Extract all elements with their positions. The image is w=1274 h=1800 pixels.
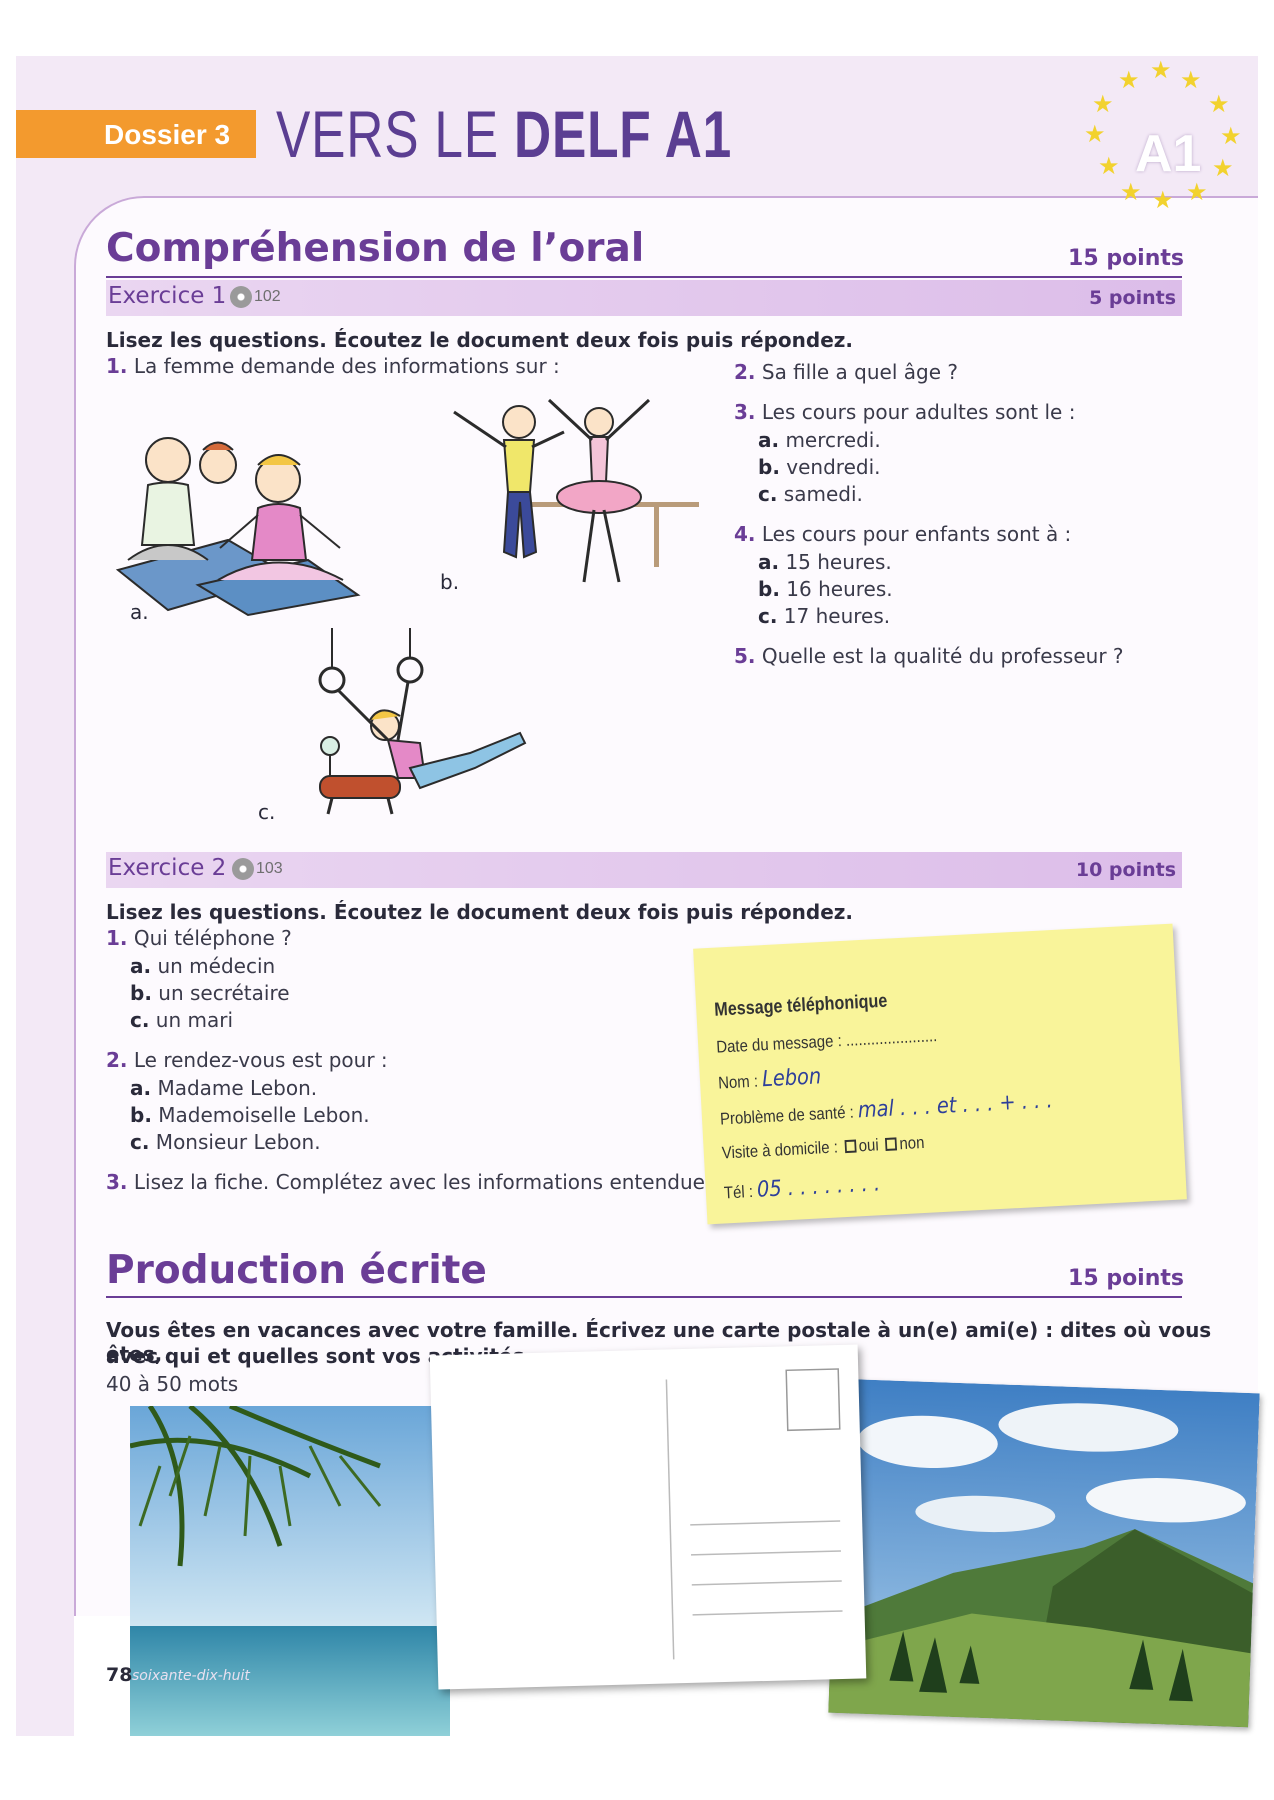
section-title-writing: Production écrite (106, 1248, 487, 1293)
ex1-q3-option-b: b. vendredi. (758, 455, 881, 479)
ex2-question-3: 3. Lisez la fiche. Complétez avec les in… (106, 1170, 722, 1194)
exercise-1-points: 5 points (1089, 287, 1176, 309)
ex2-q1-option-a: a. un médecin (130, 954, 276, 978)
ex2-q2-option-b: b. Mademoiselle Lebon. (130, 1103, 370, 1127)
ex2-q2-option-c: c. Monsieur Lebon. (130, 1130, 321, 1154)
illustration-dance (453, 398, 699, 583)
ex1-question-1: 1. La femme demande des informations sur… (106, 354, 560, 378)
section-rule (106, 276, 1182, 278)
illustration-gymnastics (318, 628, 527, 815)
audio-track-icon: 103 (232, 858, 283, 880)
checkbox-icon (844, 1139, 857, 1154)
ex1-q4-option-b: b. 16 heures. (758, 577, 893, 601)
ex1-question-5: 5. Quelle est la qualité du professeur ? (734, 644, 1124, 668)
message-phone-field: Tél : 05 . . . . . . . . (723, 1171, 881, 1203)
message-visit-field: Visite à domicile : oui non (721, 1132, 925, 1163)
ex1-q3-option-c: c. samedi. (758, 482, 863, 506)
ex1-q3-option-a: a. mercredi. (758, 428, 881, 452)
section-title-oral: Compréhension de l’oral (106, 226, 645, 271)
ex2-q1-option-c: c. un mari (130, 1008, 234, 1032)
page-number: 78 (106, 1664, 133, 1686)
illustration-yoga (115, 437, 361, 617)
caption-b: b. (440, 570, 460, 594)
ex1-q4-option-a: a. 15 heures. (758, 550, 892, 574)
message-name-field: Nom : Lebon (717, 1064, 822, 1093)
checkbox-icon (885, 1137, 898, 1151)
message-title: Message téléphonique (713, 990, 888, 1021)
caption-a: a. (130, 600, 149, 624)
caption-c: c. (258, 800, 276, 824)
stamp-box (785, 1368, 841, 1432)
page-number-words: soixante-dix-huit (132, 1668, 250, 1684)
section-rule (106, 1296, 1182, 1298)
ex1-question-4: 4. Les cours pour enfants sont à : (734, 522, 1072, 546)
exercise-1-instruction: Lisez les questions. Écoutez le document… (106, 328, 854, 352)
ex2-question-1: 1. Qui téléphone ? (106, 926, 292, 950)
mountain-photo (828, 1378, 1260, 1728)
exercise-2-points: 10 points (1075, 859, 1176, 881)
postcard-template (429, 1344, 867, 1690)
exercise-1-label: Exercice 1 (108, 283, 227, 309)
ex1-q4-option-c: c. 17 heures. (758, 604, 891, 628)
audio-track-icon: 102 (230, 286, 281, 308)
section-points-oral: 15 points (1068, 246, 1184, 271)
word-count: 40 à 50 mots (106, 1372, 239, 1396)
ex2-question-2: 2. Le rendez-vous est pour : (106, 1048, 388, 1072)
ex2-q1-option-b: b. un secrétaire (130, 981, 290, 1005)
exercise-2-instruction: Lisez les questions. Écoutez le document… (106, 900, 854, 924)
dossier-tab: Dossier 3 (16, 110, 256, 158)
exercise-2-label: Exercice 2 (108, 855, 227, 881)
exercise-1-bar: Exercice 1 102 5 points (106, 280, 1182, 316)
exercise-2-bar: Exercice 2 103 10 points (106, 852, 1182, 888)
level-badge: A1 (1135, 125, 1202, 183)
page-title: VERS LE DELF A1 (276, 97, 733, 171)
message-health-field: Problème de santé : mal . . . et . . . +… (719, 1088, 1054, 1129)
ex2-q2-option-a: a. Madame Lebon. (130, 1076, 318, 1100)
section-points-writing: 15 points (1068, 1266, 1184, 1291)
message-date-field: Date du message : ...................... (715, 1026, 938, 1057)
beach-photo (130, 1406, 450, 1736)
ex1-question-2: 2. Sa fille a quel âge ? (734, 360, 958, 384)
phone-message-card: Message téléphonique Date du message : .… (693, 923, 1187, 1225)
ex1-question-3: 3. Les cours pour adultes sont le : (734, 400, 1076, 424)
